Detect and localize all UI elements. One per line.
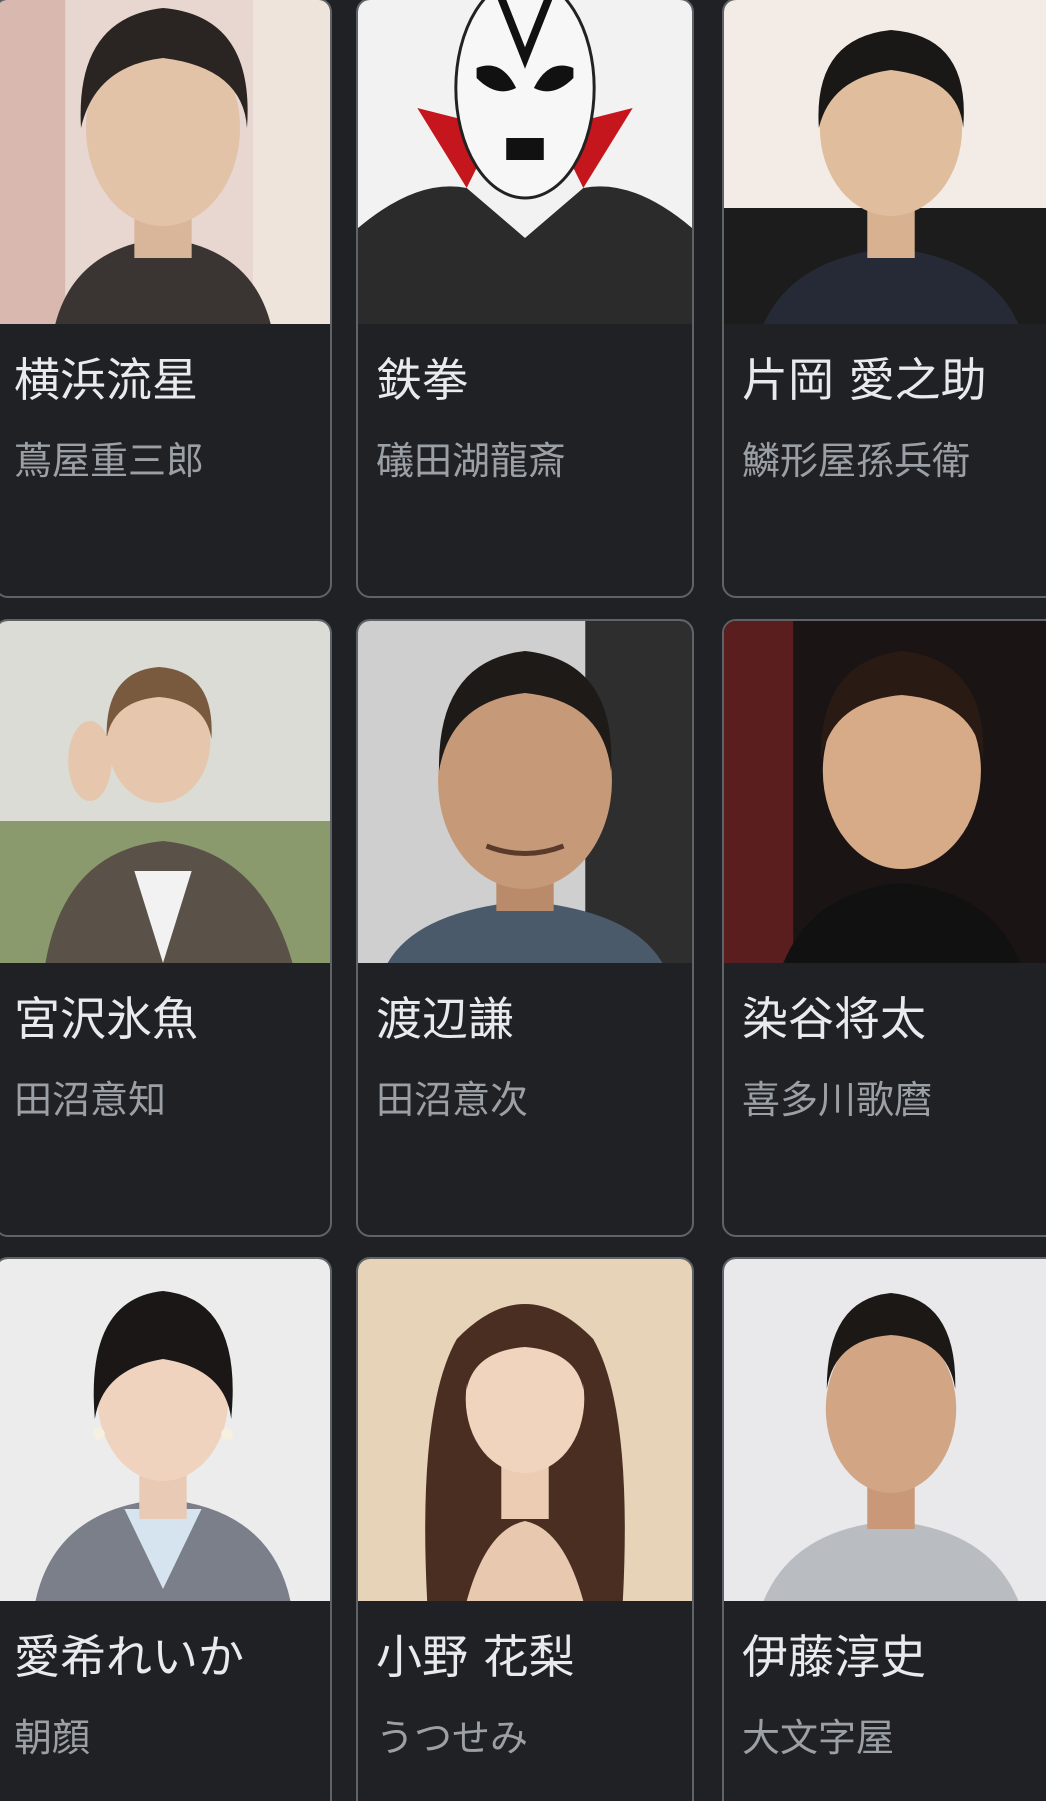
- cast-card[interactable]: 愛希れいか 朝顔: [0, 1257, 332, 1801]
- cast-photo: [0, 1259, 330, 1601]
- actor-name: 小野 花梨: [376, 1630, 575, 1684]
- cast-photo: [358, 0, 692, 324]
- role-name: 田沼意次: [376, 1078, 529, 1122]
- role-name: 大文字屋: [742, 1716, 895, 1760]
- role-name: うつせみ: [376, 1716, 529, 1760]
- actor-name: 横浜流星: [14, 353, 198, 407]
- actor-name: 宮沢氷魚: [14, 992, 198, 1046]
- person-photo-icon: [0, 0, 330, 324]
- actor-name: 愛希れいか: [14, 1630, 244, 1684]
- role-name: 喜多川歌麿: [742, 1078, 933, 1122]
- cast-card[interactable]: 宮沢氷魚 田沼意知: [0, 619, 332, 1237]
- cast-photo: [724, 1259, 1046, 1601]
- cast-card[interactable]: 渡辺謙 田沼意次: [356, 619, 694, 1237]
- cast-card[interactable]: 片岡 愛之助 鱗形屋孫兵衛: [722, 0, 1046, 598]
- actor-name: 片岡 愛之助: [742, 353, 987, 407]
- cast-photo: [724, 0, 1046, 324]
- cast-card[interactable]: 横浜流星 蔦屋重三郎: [0, 0, 332, 598]
- role-name: 鱗形屋孫兵衛: [742, 439, 971, 483]
- role-name: 朝顔: [14, 1716, 91, 1760]
- cast-photo: [358, 621, 692, 963]
- person-photo-icon: [724, 1259, 1046, 1601]
- cast-photo: [0, 0, 330, 324]
- person-photo-icon: [724, 621, 1046, 963]
- actor-name: 渡辺謙: [376, 992, 514, 1046]
- cast-photo: [724, 621, 1046, 963]
- person-photo-icon: [724, 0, 1046, 324]
- role-name: 蔦屋重三郎: [14, 439, 205, 483]
- person-photo-icon: [358, 0, 692, 324]
- person-photo-icon: [358, 1259, 692, 1601]
- actor-name: 伊藤淳史: [742, 1630, 926, 1684]
- person-photo-icon: [0, 1259, 330, 1601]
- role-name: 礒田湖龍斎: [376, 439, 567, 483]
- person-photo-icon: [358, 621, 692, 963]
- role-name: 田沼意知: [14, 1078, 167, 1122]
- actor-name: 染谷将太: [742, 992, 926, 1046]
- cast-photo: [0, 621, 330, 963]
- person-photo-icon: [0, 621, 330, 963]
- cast-grid: 横浜流星 蔦屋重三郎 鉄拳 礒田湖龍斎 片岡 愛之助 鱗形屋孫兵衛 宮沢氷魚 田…: [0, 0, 1046, 1801]
- actor-name: 鉄拳: [376, 353, 468, 407]
- cast-card[interactable]: 鉄拳 礒田湖龍斎: [356, 0, 694, 598]
- cast-card[interactable]: 染谷将太 喜多川歌麿: [722, 619, 1046, 1237]
- cast-card[interactable]: 小野 花梨 うつせみ: [356, 1257, 694, 1801]
- cast-photo: [358, 1259, 692, 1601]
- cast-card[interactable]: 伊藤淳史 大文字屋: [722, 1257, 1046, 1801]
